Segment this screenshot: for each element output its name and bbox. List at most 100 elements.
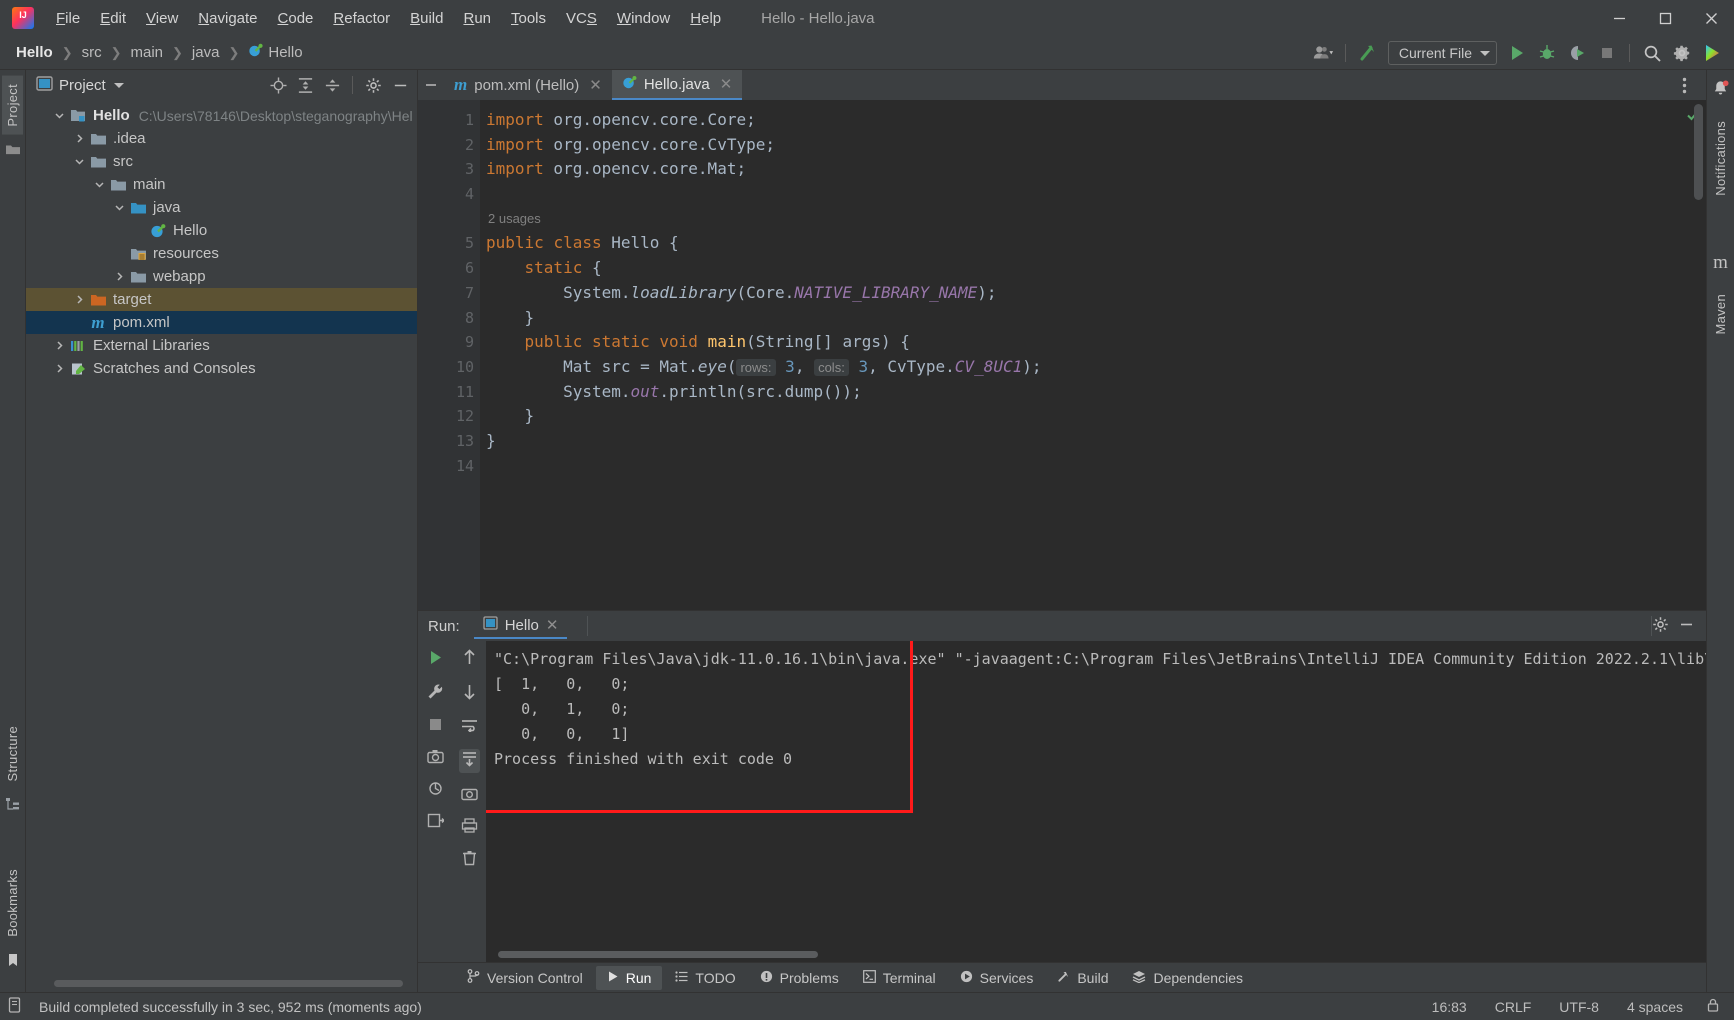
run-button[interactable] (1503, 40, 1531, 66)
run-configuration-selector[interactable]: Current File (1387, 41, 1497, 65)
stop-icon[interactable] (428, 717, 443, 736)
ide-services-icon[interactable] (1698, 40, 1726, 66)
run-with-coverage-button[interactable] (1563, 40, 1591, 66)
chevron-down-icon[interactable] (70, 156, 88, 167)
bookmark-icon[interactable] (7, 953, 19, 972)
project-tree[interactable]: Hello C:\Users\78146\Desktop\steganograp… (26, 100, 417, 980)
sidebar-item-maven[interactable]: Maven (1710, 286, 1731, 343)
chevron-down-icon[interactable] (110, 202, 128, 213)
file-encoding[interactable]: UTF-8 (1554, 997, 1604, 1017)
close-button[interactable] (1688, 0, 1734, 36)
print-icon[interactable] (461, 818, 478, 837)
maximize-button[interactable] (1642, 0, 1688, 36)
menu-help[interactable]: Help (680, 6, 731, 31)
menu-navigate[interactable]: Navigate (188, 6, 267, 31)
project-horizontal-scrollbar[interactable] (26, 980, 417, 992)
search-icon[interactable] (1638, 40, 1666, 66)
caret-position[interactable]: 16:83 (1427, 997, 1472, 1017)
close-icon[interactable]: ✕ (546, 616, 559, 634)
toggle-icon[interactable] (427, 781, 444, 800)
lock-icon[interactable] (1706, 998, 1720, 1016)
tree-item-webapp[interactable]: webapp (26, 265, 417, 288)
usages-hint[interactable]: 2 usages (486, 207, 1682, 232)
tab-run[interactable]: Run (595, 965, 663, 990)
tree-item-target[interactable]: target (26, 288, 417, 311)
close-icon[interactable]: ✕ (589, 76, 602, 94)
tree-item-hello-class[interactable]: Hello (26, 219, 417, 242)
breadcrumb-item-0[interactable]: Hello (12, 42, 57, 63)
breadcrumb-item-4[interactable]: Hello (244, 41, 306, 64)
tab-version-control[interactable]: Version Control (456, 965, 594, 990)
sidebar-item-structure[interactable]: Structure (2, 718, 23, 789)
wrench-icon[interactable] (427, 683, 444, 704)
export-icon[interactable] (427, 813, 445, 832)
locate-icon[interactable] (265, 73, 291, 97)
settings-icon[interactable] (1668, 40, 1696, 66)
tree-item-pom-xml[interactable]: m pom.xml (26, 311, 417, 334)
tab-todo[interactable]: TODO (664, 966, 746, 990)
account-icon[interactable] (1309, 40, 1337, 66)
code-content[interactable]: import org.opencv.core.Core; import org.… (480, 100, 1682, 610)
scroll-to-end-icon[interactable] (458, 749, 480, 773)
tree-item-main[interactable]: main (26, 173, 417, 196)
tab-pom-xml[interactable]: m pom.xml (Hello) ✕ (444, 70, 612, 100)
hide-panel-icon[interactable] (387, 73, 413, 97)
chevron-down-icon[interactable] (50, 110, 68, 121)
breadcrumb-item-3[interactable]: java (188, 42, 224, 63)
menu-refactor[interactable]: Refactor (323, 6, 400, 31)
tab-dependencies[interactable]: Dependencies (1121, 966, 1254, 990)
sidebar-item-project[interactable]: Project (2, 76, 23, 135)
menu-view[interactable]: View (136, 6, 188, 31)
stop-button[interactable] (1593, 40, 1621, 66)
structure-icon[interactable] (5, 797, 21, 815)
menu-edit[interactable]: Edit (90, 6, 136, 31)
menu-vcs[interactable]: VCS (556, 6, 607, 31)
tab-problems[interactable]: Problems (749, 966, 850, 990)
tree-item-scratches[interactable]: Scratches and Consoles (26, 357, 417, 380)
debug-button[interactable] (1533, 40, 1561, 66)
chevron-right-icon[interactable] (70, 133, 88, 144)
tab-build[interactable]: Build (1046, 966, 1119, 990)
expand-all-icon[interactable] (292, 73, 318, 97)
breadcrumb-item-2[interactable]: main (127, 42, 168, 63)
editor-vertical-scrollbar[interactable] (1694, 104, 1703, 200)
chevron-down-icon[interactable] (90, 179, 108, 190)
scroll-up-icon[interactable] (462, 649, 477, 670)
menu-run[interactable]: Run (453, 6, 501, 31)
rerun-icon[interactable] (427, 649, 444, 670)
menu-build[interactable]: Build (400, 6, 453, 31)
tab-hello-java[interactable]: Hello.java ✕ (611, 70, 743, 100)
chevron-right-icon[interactable] (50, 363, 68, 374)
more-vertical-icon[interactable] (1670, 72, 1698, 98)
tree-item-src[interactable]: src (26, 150, 417, 173)
tree-item-resources[interactable]: resources (26, 242, 417, 265)
camera-icon[interactable] (460, 786, 478, 805)
chevron-right-icon[interactable] (70, 294, 88, 305)
menu-file[interactable]: File (46, 6, 90, 31)
project-folder-icon[interactable] (5, 143, 21, 160)
chevron-right-icon[interactable] (50, 340, 68, 351)
sidebar-item-bookmarks[interactable]: Bookmarks (2, 861, 23, 945)
line-separator[interactable]: CRLF (1490, 997, 1537, 1017)
settings-icon[interactable] (360, 73, 386, 97)
menu-code[interactable]: Code (268, 6, 324, 31)
tree-item-idea[interactable]: .idea (26, 127, 417, 150)
minimize-button[interactable] (1596, 0, 1642, 36)
tab-services[interactable]: Services (949, 966, 1045, 990)
scroll-down-icon[interactable] (462, 683, 477, 704)
menu-tools[interactable]: Tools (501, 6, 556, 31)
run-console-output[interactable]: "C:\Program Files\Java\jdk-11.0.16.1\bin… (486, 641, 1706, 962)
indent-setting[interactable]: 4 spaces (1622, 997, 1688, 1017)
tree-item-external-libraries[interactable]: External Libraries (26, 334, 417, 357)
camera-icon[interactable] (426, 749, 444, 768)
gear-icon[interactable] (1652, 616, 1669, 637)
editor-scroll-gutter[interactable] (1682, 100, 1706, 610)
run-tab-hello[interactable]: Hello ✕ (473, 613, 568, 639)
tab-terminal[interactable]: Terminal (852, 966, 947, 990)
collapse-all-icon[interactable] (319, 73, 345, 97)
console-horizontal-scrollbar[interactable] (498, 951, 818, 958)
status-message[interactable]: Build completed successfully in 3 sec, 9… (39, 999, 422, 1015)
close-icon[interactable]: ✕ (720, 75, 733, 93)
hide-editor-icon[interactable] (418, 70, 444, 100)
event-log-icon[interactable] (8, 997, 23, 1016)
